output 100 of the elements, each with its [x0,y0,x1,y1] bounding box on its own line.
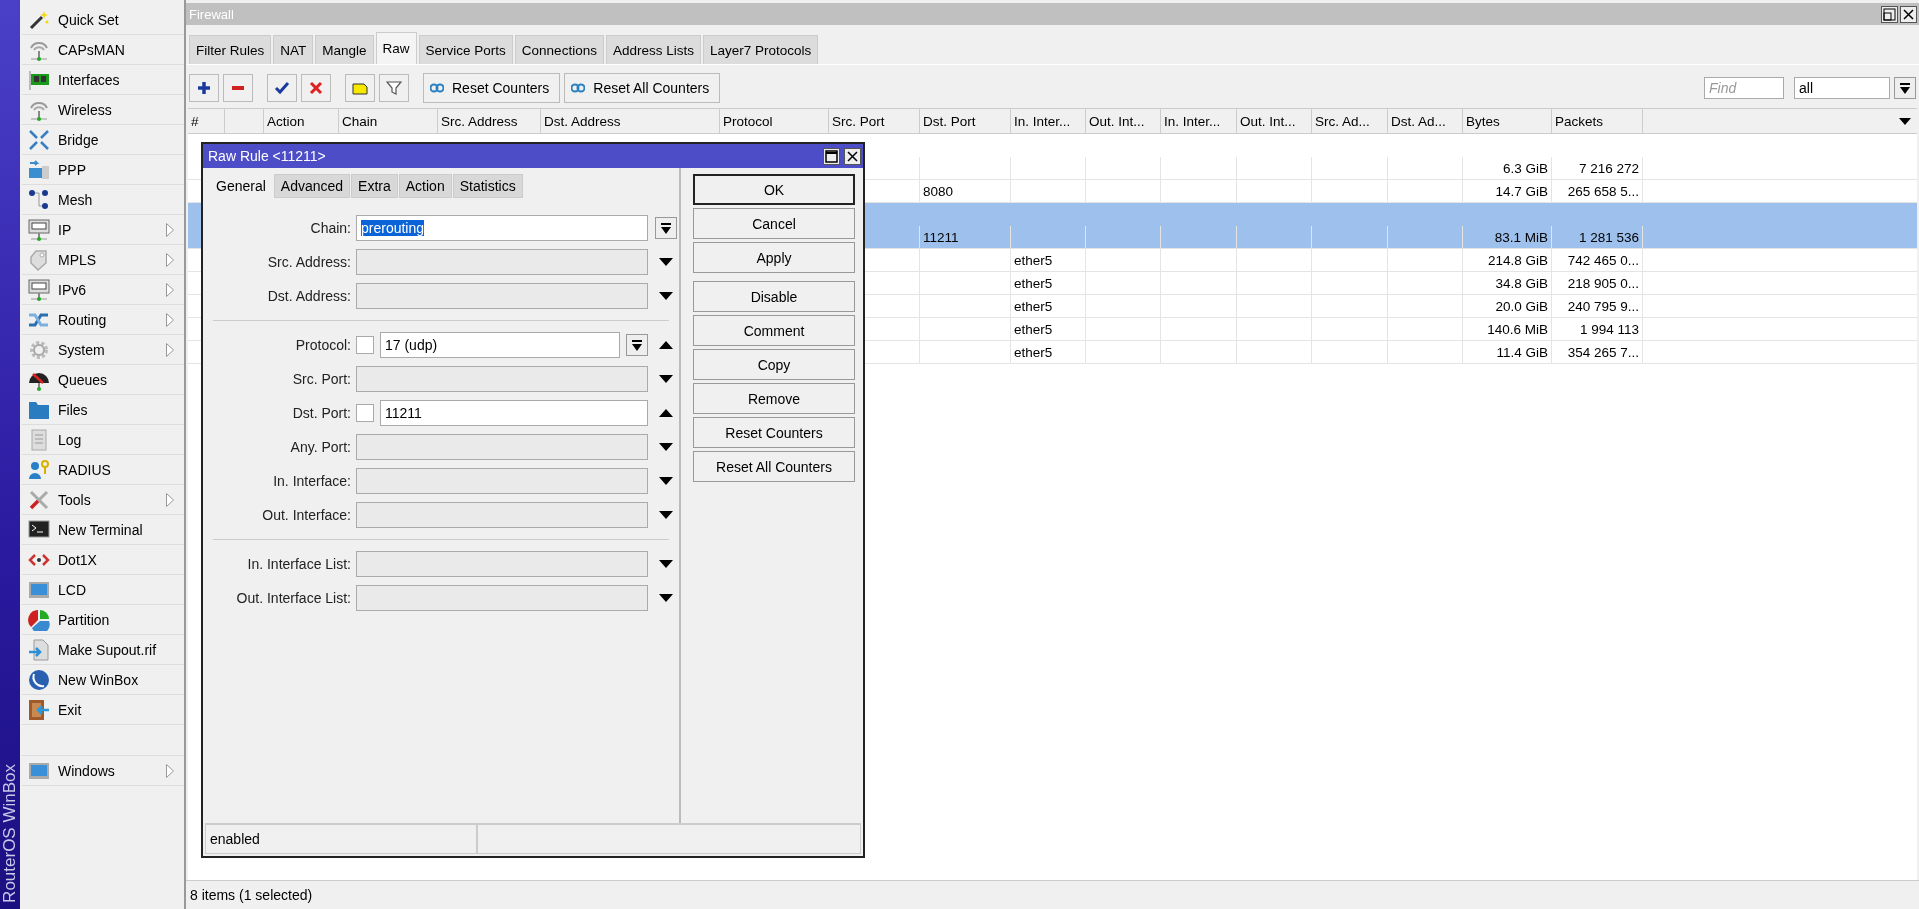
column-header[interactable]: Out. Int... [1237,109,1312,133]
field-label: Dst. Port: [291,405,351,421]
table-cell: ether5 [1011,318,1086,341]
tab[interactable]: Raw [375,32,417,64]
menu-item[interactable]: Dot1X [22,545,184,575]
column-header[interactable]: Bytes [1463,109,1552,133]
tab[interactable]: Service Ports [418,35,513,64]
table-cell: 34.8 GiB [1463,272,1552,295]
table-cell: 140.6 MiB [1463,318,1552,341]
menu-item[interactable]: IP [22,215,184,245]
column-header[interactable]: Packets [1552,109,1643,133]
field-label: Src. Address: [266,254,351,270]
table-cell: 6.3 GiB [1463,157,1552,180]
input-field[interactable]: 11211 [380,400,648,426]
column-header[interactable]: Src. Address [438,109,541,133]
menu-item[interactable]: PPP [22,155,184,185]
reset-counters-button[interactable]: Reset Counters [423,73,561,103]
table-cell: 83.1 MiB [1463,226,1552,249]
filter-select[interactable]: all [1794,77,1890,99]
menu-item[interactable]: Partition [22,605,184,635]
table-cell: 354 265 7... [1552,341,1643,364]
table-cell: ether5 [1011,341,1086,364]
tab[interactable]: Layer7 Protocols [702,35,819,64]
menu-item[interactable]: IPv6 [22,275,184,305]
table-cell: 742 465 0... [1552,249,1643,272]
table-cell: 214.8 GiB [1463,249,1552,272]
menu-item[interactable]: Files [22,395,184,425]
input-field[interactable]: 17 (udp) [380,332,620,358]
dialog-button[interactable]: Reset All Counters [693,451,855,482]
column-header[interactable]: Dst. Address [541,109,720,133]
tab[interactable]: Action [398,174,452,198]
tab[interactable]: Mangle [315,35,374,64]
menu-item[interactable]: Wireless [22,95,184,125]
menu-item[interactable]: MPLS [22,245,184,275]
dialog-button[interactable]: Disable [693,281,855,312]
table-cell: 218 905 0... [1552,272,1643,295]
column-header[interactable]: In. Inter... [1011,109,1086,133]
find-field[interactable]: Find [1704,77,1784,99]
column-header[interactable]: Src. Ad... [1312,109,1388,133]
menu-item[interactable]: Quick Set [22,5,184,35]
dialog-button[interactable]: Copy [693,349,855,380]
reset-counters-button[interactable]: Reset All Counters [564,73,721,103]
dialog-button[interactable]: Remove [693,383,855,414]
menu-item[interactable]: Exit [22,695,184,725]
field-label: Out. Interface: [261,507,351,523]
table-cell: 11.4 GiB [1463,341,1552,364]
chain-field[interactable]: prerouting [356,215,648,241]
table-cell: 11211 [920,226,1011,249]
tab[interactable]: Address Lists [605,35,701,64]
column-header[interactable]: Protocol [720,109,829,133]
menu-item[interactable]: Make Supout.rif [22,635,184,665]
table-cell: ether5 [1011,295,1086,318]
tab[interactable]: Extra [351,174,398,198]
table-cell: 240 795 9... [1552,295,1643,318]
menu-item[interactable]: CAPsMAN [22,35,184,65]
brand-label: RouterOS WinBox [0,764,20,903]
table-cell: 1 281 536 [1552,226,1643,249]
menu-item[interactable]: Windows [22,756,184,786]
menu-item[interactable]: Interfaces [22,65,184,95]
menu-item[interactable]: New Terminal [22,515,184,545]
column-header[interactable]: # [188,109,225,133]
field-label: Src. Port: [291,371,351,387]
table-cell: 1 994 113 [1552,318,1643,341]
column-header[interactable]: In. Inter... [1161,109,1237,133]
menu-item[interactable]: Tools [22,485,184,515]
menu-item[interactable]: LCD [22,575,184,605]
field-label: In. Interface: [272,473,351,489]
dialog-button[interactable]: Comment [693,315,855,346]
menu-item[interactable]: System [22,335,184,365]
dialog-button[interactable]: OK [693,174,855,205]
menu-item[interactable]: RADIUS [22,455,184,485]
tab[interactable]: NAT [273,35,314,64]
menu-item[interactable]: New WinBox [22,665,184,695]
dialog-button[interactable]: Reset Counters [693,417,855,448]
column-header[interactable]: Chain [339,109,438,133]
table-cell: ether5 [1011,272,1086,295]
field-label: Out. Interface List: [235,590,351,606]
tab[interactable]: Connections [514,35,604,64]
table-cell: 7 216 272 [1552,157,1643,180]
menu-item[interactable]: Routing [22,305,184,335]
tab[interactable]: Statistics [452,174,523,198]
window-title: Firewall [189,6,235,22]
menu-item[interactable]: Queues [22,365,184,395]
tab[interactable]: Filter Rules [189,35,272,64]
column-header[interactable]: Out. Int... [1086,109,1161,133]
dialog-button[interactable]: Cancel [693,208,855,239]
status-field: enabled [205,824,477,854]
column-header[interactable]: Dst. Ad... [1388,109,1463,133]
field-label: Any. Port: [289,439,351,455]
field-label: In. Interface List: [246,556,351,572]
column-header[interactable]: Dst. Port [920,109,1011,133]
menu-item[interactable]: Bridge [22,125,184,155]
table-cell: 20.0 GiB [1463,295,1552,318]
column-header[interactable]: Src. Port [829,109,920,133]
tab[interactable]: Advanced [273,174,351,198]
dialog-button[interactable]: Apply [693,242,855,273]
menu-item[interactable]: Mesh [22,185,184,215]
table-cell: ether5 [1011,249,1086,272]
column-header[interactable]: Action [264,109,339,133]
menu-item[interactable]: Log [22,425,184,455]
